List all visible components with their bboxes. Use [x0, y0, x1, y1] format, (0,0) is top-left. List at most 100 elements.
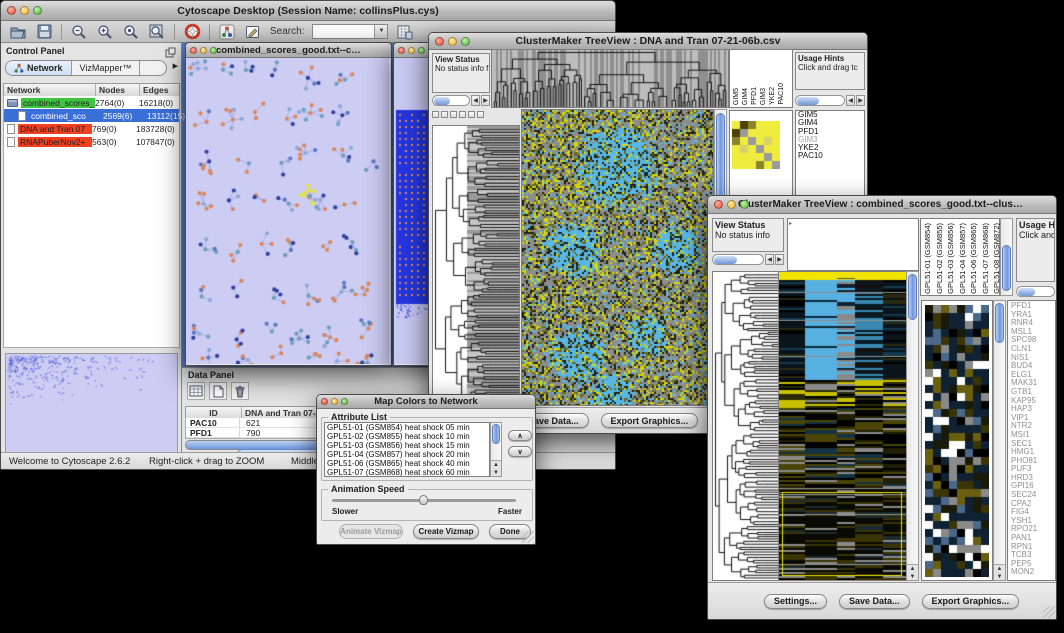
- heatmap-vscrollbar[interactable]: ▲▼: [906, 271, 919, 581]
- network-list-row[interactable]: RNAPuberNov2+ 563(0) 107847(0): [4, 135, 179, 148]
- attribute-item[interactable]: GPL51-01 (GSM854) heat shock 05 min: [325, 423, 489, 432]
- tree-tool-icon[interactable]: [441, 111, 448, 118]
- close-button[interactable]: [398, 47, 405, 54]
- treeview-button[interactable]: Export Graphics...: [601, 413, 699, 428]
- tree-tool-icon[interactable]: [477, 111, 484, 118]
- help-lifering-icon[interactable]: [183, 23, 201, 41]
- minimize-button[interactable]: [200, 47, 207, 54]
- network-view-title-bar[interactable]: combined_scores_good.txt--cluste...: [186, 43, 391, 58]
- resize-grip[interactable]: [522, 531, 534, 543]
- zoom-button[interactable]: [33, 6, 42, 15]
- attribute-list[interactable]: GPL51-01 (GSM854) heat shock 05 minGPL51…: [324, 422, 490, 477]
- close-button[interactable]: [714, 200, 723, 209]
- treeview-button[interactable]: Save Data...: [839, 594, 910, 609]
- float-panel-icon[interactable]: [165, 45, 176, 63]
- column-labels-scrollbar[interactable]: [1000, 218, 1013, 296]
- column-label[interactable]: PFD1: [751, 87, 759, 105]
- slider-right-arrow-icon[interactable]: ▶: [775, 254, 784, 265]
- zoom-fit-icon[interactable]: [148, 23, 166, 41]
- attribute-item[interactable]: GPL51-03 (GSM856) heat shock 15 min: [325, 441, 489, 450]
- open-file-icon[interactable]: [9, 23, 27, 41]
- close-button[interactable]: [321, 398, 328, 405]
- column-label[interactable]: GPL51-04 (GSM857): [958, 223, 969, 294]
- attribute-item[interactable]: GPL51-04 (GSM857) heat shock 20 min: [325, 450, 489, 459]
- treeview-button[interactable]: Export Graphics...: [922, 594, 1020, 609]
- gene-label[interactable]: MON2: [1011, 568, 1055, 577]
- heatmap-canvas[interactable]: [779, 272, 906, 580]
- secondary-matrix-canvas[interactable]: [925, 305, 989, 577]
- column-label[interactable]: GPL51-01 (GSM854): [923, 223, 934, 294]
- heatmap-pane[interactable]: [778, 271, 907, 581]
- main-title-bar[interactable]: Cytoscape Desktop (Session Name: collins…: [1, 1, 615, 21]
- attribute-list-scrollbar[interactable]: ▲▼: [490, 422, 502, 477]
- network-overview-canvas[interactable]: [6, 354, 177, 457]
- animate-vizmap-button[interactable]: Animate Vizmap: [339, 524, 403, 539]
- minimize-button[interactable]: [727, 200, 736, 209]
- column-label[interactable]: GPL51-02 (GSM855): [935, 223, 946, 294]
- secondary-matrix-pane[interactable]: [921, 300, 993, 581]
- tab-overflow-arrow[interactable]: ▶: [173, 62, 178, 70]
- minimize-button[interactable]: [408, 47, 415, 54]
- network-overview[interactable]: [5, 353, 178, 458]
- column-label[interactable]: YKE2: [769, 87, 777, 105]
- column-dendrogram-pane[interactable]: ▸: [787, 218, 919, 271]
- slider-right-arrow-icon[interactable]: ▶: [481, 95, 490, 106]
- row-dendrogram-canvas[interactable]: [433, 126, 519, 405]
- network-canvas[interactable]: [186, 58, 389, 364]
- move-up-button[interactable]: ∧: [508, 430, 532, 441]
- select-attributes-icon[interactable]: [187, 382, 205, 400]
- usage-slider[interactable]: ◀▶: [795, 95, 865, 106]
- zoom-button[interactable]: [461, 37, 470, 46]
- collapse-arrow-icon[interactable]: ▸: [789, 220, 792, 227]
- minimize-button[interactable]: [448, 37, 457, 46]
- close-button[interactable]: [190, 47, 197, 54]
- treeview-combined-title-bar[interactable]: ClusterMaker TreeView : combined_scores_…: [708, 196, 1056, 214]
- search-input[interactable]: ▼: [312, 24, 388, 39]
- move-down-button[interactable]: ∨: [508, 446, 532, 457]
- column-label[interactable]: GIM5: [733, 88, 741, 105]
- zoom-button[interactable]: [740, 200, 749, 209]
- column-label[interactable]: GIM4: [742, 88, 750, 105]
- delete-attribute-icon[interactable]: [231, 382, 249, 400]
- zoom-button[interactable]: [418, 47, 425, 54]
- annotation-icon[interactable]: [244, 23, 262, 41]
- tab-vizmapper[interactable]: VizMapper™: [72, 61, 141, 75]
- dialog-title-bar[interactable]: Map Colors to Network: [317, 395, 535, 409]
- column-label[interactable]: GIM3: [760, 88, 768, 105]
- attribute-browser-icon[interactable]: [396, 23, 414, 41]
- new-attribute-icon[interactable]: [209, 382, 227, 400]
- speed-slider-thumb[interactable]: [419, 495, 428, 505]
- view-status-slider[interactable]: ◀▶: [712, 254, 784, 265]
- minimize-button[interactable]: [20, 6, 29, 15]
- column-label[interactable]: PAC10: [778, 83, 786, 105]
- col-nodes[interactable]: Nodes: [96, 84, 140, 96]
- scrollbar-arrows-icon[interactable]: ▲▼: [994, 564, 1005, 580]
- col-edges[interactable]: Edges: [140, 84, 179, 96]
- tree-tool-icon[interactable]: [468, 111, 475, 118]
- zoom-button[interactable]: [210, 47, 217, 54]
- slider-left-arrow-icon[interactable]: ◀: [765, 254, 774, 265]
- secondary-matrix-scrollbar[interactable]: ▲▼: [993, 300, 1006, 581]
- zoom-in-icon[interactable]: [96, 23, 114, 41]
- network-list-row[interactable]: combined_scores_ 2764(0) 16218(0): [4, 96, 179, 109]
- resize-grip[interactable]: [1043, 606, 1055, 618]
- column-dendrogram-canvas[interactable]: [492, 50, 728, 107]
- column-dendrogram-pane[interactable]: [491, 49, 729, 108]
- save-icon[interactable]: [35, 23, 53, 41]
- minimize-button[interactable]: [331, 398, 338, 405]
- col-network[interactable]: Network: [4, 84, 96, 96]
- slider-left-arrow-icon[interactable]: ◀: [846, 95, 855, 106]
- combo-arrow-icon[interactable]: ▼: [374, 25, 387, 38]
- attribute-item[interactable]: GPL51-02 (GSM855) heat shock 10 min: [325, 432, 489, 441]
- row-dendrogram-pane[interactable]: [712, 271, 779, 581]
- zoom-out-icon[interactable]: [70, 23, 88, 41]
- tree-tool-icon[interactable]: [459, 111, 466, 118]
- tree-tool-icon[interactable]: [432, 111, 439, 118]
- heatmap-canvas[interactable]: [522, 110, 713, 405]
- treeview-dna-title-bar[interactable]: ClusterMaker TreeView : DNA and Tran 07-…: [429, 33, 867, 50]
- scrollbar-arrows-icon[interactable]: ▲▼: [491, 460, 501, 476]
- zoom-selected-icon[interactable]: [122, 23, 140, 41]
- attribute-item[interactable]: GPL51-06 (GSM865) heat shock 40 min: [325, 459, 489, 468]
- row-dendrogram-pane[interactable]: [432, 125, 520, 406]
- vizmapper-icon[interactable]: [218, 23, 236, 41]
